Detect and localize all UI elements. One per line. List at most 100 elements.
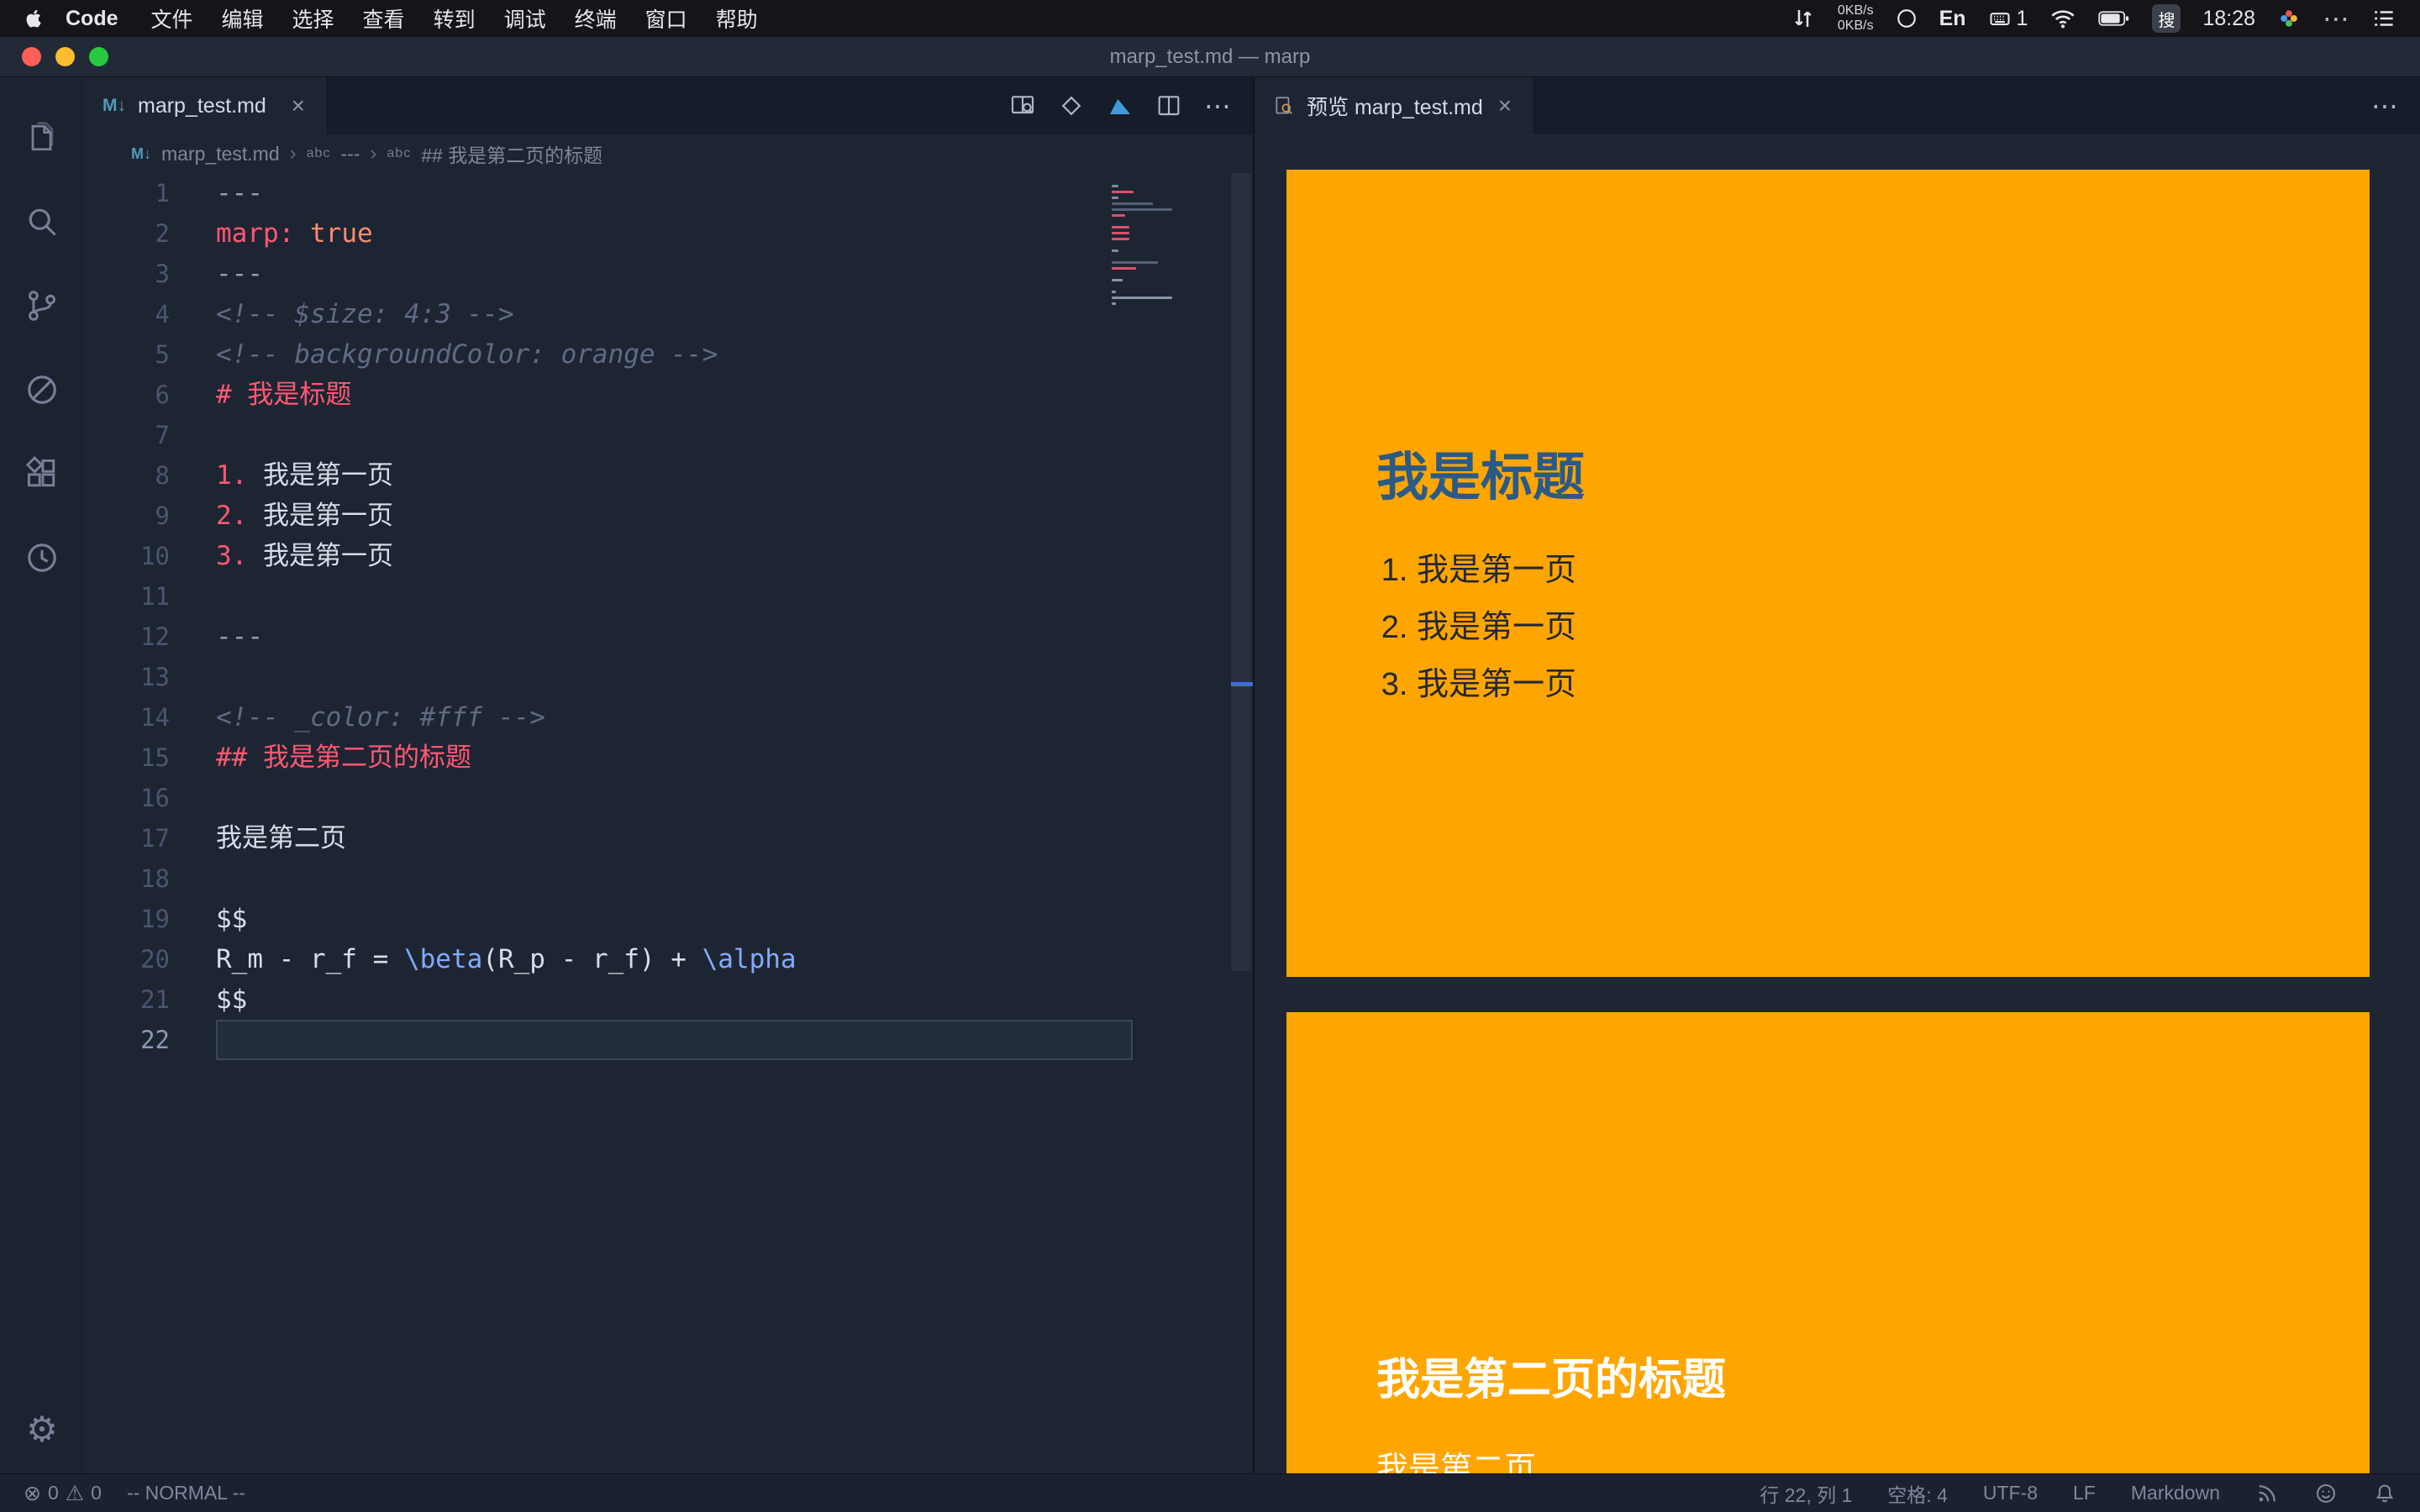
preview-tab-bar: 预览 marp_test.md × ⋯ <box>1255 77 2420 134</box>
activity-bar: ⚙ <box>0 77 84 1473</box>
line-content: --- <box>216 622 263 652</box>
code-line-10[interactable]: 10 3. 我是第一页 <box>84 536 1253 576</box>
minimap-line <box>1112 202 1154 205</box>
minimap-line <box>1112 261 1158 264</box>
code-line-5[interactable]: 5 <!-- backgroundColor: orange --> <box>84 334 1253 375</box>
timeline-clock-icon[interactable] <box>22 538 62 578</box>
line-number: 22 <box>140 1026 170 1054</box>
code-editor[interactable]: 1 --- 2 marp: true 3 --- 4 <!-- $size: 4:3 --> 5… <box>84 173 1253 1473</box>
code-line-1[interactable]: 1 --- <box>84 173 1253 213</box>
source-control-icon[interactable] <box>22 286 62 326</box>
network-monitor-icon[interactable] <box>1791 6 1816 31</box>
live-reload-icon[interactable] <box>2255 1482 2279 1505</box>
menu-终端[interactable]: 终端 <box>560 3 631 34</box>
debug-disabled-icon[interactable] <box>22 370 62 410</box>
chevron-right-icon: › <box>370 142 377 165</box>
chart-preview-icon[interactable] <box>1102 87 1139 124</box>
editor-scrollbar[interactable] <box>1231 173 1251 971</box>
code-line-7[interactable]: 7 <box>84 415 1253 455</box>
line-content: 3. 我是第一页 <box>216 541 393 571</box>
code-line-16[interactable]: 16 <box>84 778 1253 818</box>
keyboard-indicator[interactable]: 1 <box>1988 7 2028 31</box>
encoding[interactable]: UTF-8 <box>1983 1482 2038 1504</box>
marp-diamond-icon[interactable] <box>1053 87 1090 124</box>
menu-查看[interactable]: 查看 <box>349 3 419 34</box>
line-content: $$ <box>216 904 248 934</box>
line-content: 1. 我是第一页 <box>216 460 393 491</box>
menu-调试[interactable]: 调试 <box>490 3 560 34</box>
status-bar: ⊗ 0 ⚠ 0 -- NORMAL -- 行 22, 列 1 空格: 4 UTF… <box>0 1473 2420 1512</box>
tab-marp-preview[interactable]: 预览 marp_test.md × <box>1255 77 1535 134</box>
pinwheel-icon[interactable] <box>2277 7 2301 30</box>
marp-preview-content[interactable]: 我是标题 我是第一页我是第一页我是第一页 我是第二页的标题 我是第二页 <box>1255 134 2420 1473</box>
code-line-11[interactable]: 11 <box>84 576 1253 617</box>
menu-选择[interactable]: 选择 <box>278 3 349 34</box>
code-line-8[interactable]: 8 1. 我是第一页 <box>84 455 1253 496</box>
explorer-icon[interactable] <box>22 118 62 158</box>
line-number: 14 <box>140 703 170 732</box>
slide2-heading: 我是第二页的标题 <box>1376 1355 1727 1404</box>
close-tab-icon[interactable]: × <box>1495 92 1515 119</box>
code-line-21[interactable]: 21 $$ <box>84 979 1253 1020</box>
extensions-icon[interactable] <box>22 454 62 494</box>
minimap[interactable] <box>1112 181 1177 314</box>
input-language[interactable]: En <box>1939 7 1966 31</box>
line-content: 2. 我是第一页 <box>216 501 393 531</box>
app-name[interactable]: Code <box>66 7 118 31</box>
code-line-19[interactable]: 19 $$ <box>84 899 1253 939</box>
open-preview-side-icon[interactable] <box>1004 87 1041 124</box>
tab-marp-test-md[interactable]: M↓ marp_test.md × <box>84 77 328 134</box>
menu-转到[interactable]: 转到 <box>419 3 490 34</box>
editor-actions: ⋯ <box>1004 77 1253 134</box>
code-line-22[interactable]: 22 <box>84 1020 1253 1060</box>
search-icon[interactable] <box>22 202 62 242</box>
menu-编辑[interactable]: 编辑 <box>208 3 278 34</box>
menu-窗口[interactable]: 窗口 <box>631 3 702 34</box>
code-line-3[interactable]: 3 --- <box>84 254 1253 294</box>
code-line-15[interactable]: 15 ## 我是第二页的标题 <box>84 738 1253 778</box>
code-line-20[interactable]: 20 R_m - r_f = \beta(R_p - r_f) + \alpha <box>84 939 1253 979</box>
code-line-6[interactable]: 6 # 我是标题 <box>84 375 1253 415</box>
code-line-4[interactable]: 4 <!-- $size: 4:3 --> <box>84 294 1253 334</box>
wifi-icon[interactable] <box>2049 5 2076 32</box>
menu-帮助[interactable]: 帮助 <box>702 3 772 34</box>
line-content: --- <box>216 178 263 208</box>
language-mode[interactable]: Markdown <box>2131 1482 2220 1504</box>
code-line-2[interactable]: 2 marp: true <box>84 213 1253 254</box>
minimap-line <box>1112 249 1118 252</box>
breadcrumb-symbol[interactable]: ## 我是第二页的标题 <box>421 139 602 168</box>
code-line-18[interactable]: 18 <box>84 858 1253 899</box>
code-line-13[interactable]: 13 <box>84 657 1253 697</box>
more-status-icon[interactable]: ⋯ <box>2323 3 2349 34</box>
split-editor-icon[interactable] <box>1150 87 1187 124</box>
editor-more-actions-icon[interactable]: ⋯ <box>1199 87 1236 124</box>
ime-sogou-icon[interactable]: 搜 <box>2152 4 2181 33</box>
breadcrumb[interactable]: M↓ marp_test.md › abc --- › abc ## 我是第二页… <box>84 134 1253 173</box>
indentation[interactable]: 空格: 4 <box>1887 1479 1948 1508</box>
breadcrumb-file[interactable]: marp_test.md <box>161 143 280 165</box>
battery-icon[interactable] <box>2098 10 2130 27</box>
code-line-9[interactable]: 9 2. 我是第一页 <box>84 496 1253 536</box>
code-line-12[interactable]: 12 --- <box>84 617 1253 657</box>
line-number: 6 <box>155 381 170 409</box>
sync-circle-icon[interactable] <box>1896 8 1918 29</box>
notifications-bell-icon[interactable] <box>2373 1482 2396 1505</box>
status-bar-right: 行 22, 列 1 空格: 4 UTF-8 LF Markdown <box>1760 1479 2396 1508</box>
code-line-14[interactable]: 14 <!-- _color: #fff --> <box>84 697 1253 738</box>
error-count: 0 <box>47 1482 59 1504</box>
apple-logo-icon[interactable] <box>24 8 45 29</box>
problems-indicator[interactable]: ⊗ 0 ⚠ 0 <box>24 1481 102 1506</box>
feedback-smiley-icon[interactable] <box>2314 1482 2338 1505</box>
breadcrumb-symbol[interactable]: --- <box>340 143 360 165</box>
window-title-bar[interactable]: marp_test.md — marp <box>0 37 2420 77</box>
cursor-position[interactable]: 行 22, 列 1 <box>1760 1479 1852 1508</box>
code-line-17[interactable]: 17 我是第二页 <box>84 818 1253 858</box>
menu-文件[interactable]: 文件 <box>137 3 208 34</box>
eol-sequence[interactable]: LF <box>2073 1482 2096 1504</box>
markdown-file-icon: M↓ <box>103 96 126 115</box>
menu-bar-clock[interactable]: 18:28 <box>2202 7 2255 31</box>
preview-more-actions-icon[interactable]: ⋯ <box>2366 87 2403 124</box>
settings-gear-icon[interactable]: ⚙ <box>26 1409 58 1450</box>
control-center-list-icon[interactable] <box>2371 6 2396 31</box>
close-tab-icon[interactable]: × <box>288 92 308 119</box>
